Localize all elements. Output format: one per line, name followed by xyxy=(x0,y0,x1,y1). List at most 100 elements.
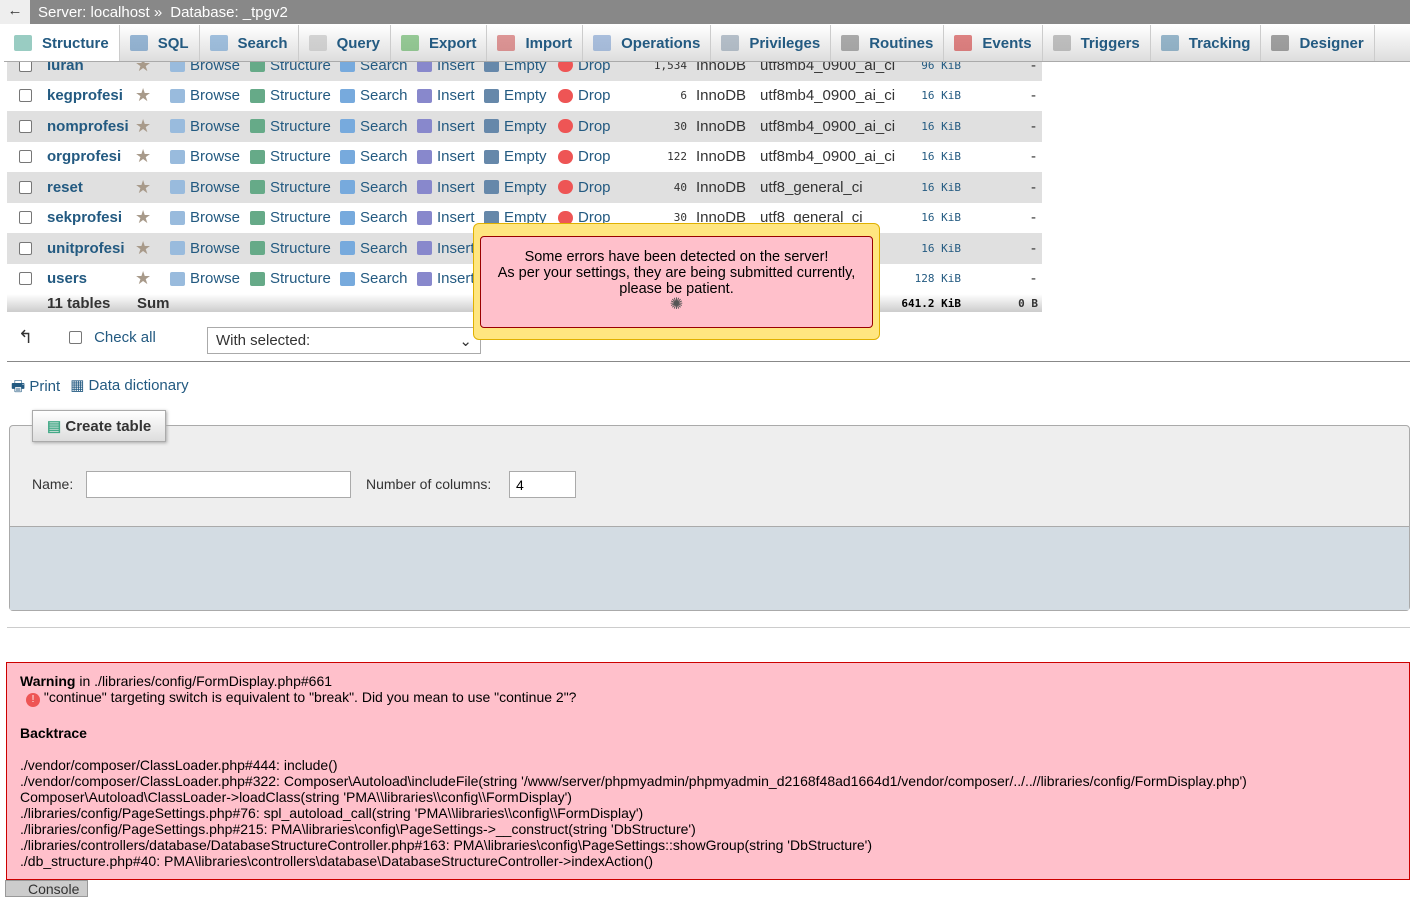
browse-action[interactable]: Browse xyxy=(170,87,240,104)
tab-tracking[interactable]: Tracking xyxy=(1151,25,1262,61)
favorite-star-icon[interactable]: ★ xyxy=(135,116,151,137)
row-checkbox[interactable] xyxy=(19,180,32,194)
with-selected-select[interactable]: With selected: ⌄ xyxy=(207,327,481,354)
favorite-star-icon[interactable]: ★ xyxy=(135,146,151,167)
check-all-label[interactable]: Check all xyxy=(94,329,156,346)
structure-action[interactable]: Structure xyxy=(250,209,331,226)
table-name-link[interactable]: users xyxy=(47,270,87,287)
favorite-star-icon[interactable]: ★ xyxy=(135,268,151,289)
empty-action[interactable]: Empty xyxy=(484,87,547,104)
structure-action[interactable]: Structure xyxy=(250,87,331,104)
insert-action[interactable]: Insert xyxy=(417,118,475,135)
table-name-link[interactable]: reset xyxy=(47,179,83,196)
favorite-star-icon[interactable]: ★ xyxy=(135,207,151,228)
row-checkbox[interactable] xyxy=(19,241,32,255)
drop-label: Drop xyxy=(578,117,611,135)
empty-action[interactable]: Empty xyxy=(484,148,547,165)
browse-icon xyxy=(170,88,185,103)
search-action[interactable]: Search xyxy=(340,179,408,196)
tab-privileges[interactable]: Privileges xyxy=(711,25,832,61)
data-dictionary-link[interactable]: ▦ Data dictionary xyxy=(70,376,188,401)
empty-action[interactable]: Empty xyxy=(484,118,547,135)
structure-action[interactable]: Structure xyxy=(250,148,331,165)
search-action[interactable]: Search xyxy=(340,240,408,257)
structure-action[interactable]: Structure xyxy=(250,270,331,287)
table-name-link[interactable]: orgprofesi xyxy=(47,148,121,165)
drop-action[interactable]: Drop xyxy=(558,148,611,165)
drop-action[interactable]: Drop xyxy=(558,118,611,135)
row-checkbox[interactable] xyxy=(19,150,32,164)
tab-triggers[interactable]: Triggers xyxy=(1043,25,1151,61)
browse-action[interactable]: Browse xyxy=(170,148,240,165)
php-warning-box: Warning in ./libraries/config/FormDispla… xyxy=(6,662,1410,880)
tab-import[interactable]: Import xyxy=(487,25,584,61)
search-action[interactable]: Search xyxy=(340,87,408,104)
browse-action[interactable]: Browse xyxy=(170,209,240,226)
tab-structure-icon xyxy=(14,35,32,51)
drop-action[interactable]: Drop xyxy=(558,179,611,196)
create-table-footer xyxy=(10,526,1409,610)
num-columns-input[interactable] xyxy=(509,471,576,498)
drop-label: Drop xyxy=(578,178,611,196)
overhead: - xyxy=(1031,270,1036,288)
tab-structure[interactable]: Structure xyxy=(4,25,120,61)
tab-routines[interactable]: Routines xyxy=(831,25,945,61)
insert-action[interactable]: Insert xyxy=(417,179,475,196)
tab-label: Operations xyxy=(621,34,701,52)
table-name-link[interactable]: unitprofesi xyxy=(47,240,125,257)
print-link[interactable]: 🖶 Print xyxy=(11,376,60,401)
row-checkbox[interactable] xyxy=(19,211,32,225)
tab-sql-icon xyxy=(129,35,148,51)
drop-icon xyxy=(558,149,573,164)
structure-action[interactable]: Structure xyxy=(250,179,331,196)
tab-search[interactable]: Search xyxy=(200,25,299,61)
table-name-link[interactable]: sekprofesi xyxy=(47,209,122,226)
back-arrow-icon[interactable]: ← xyxy=(0,0,30,24)
browse-action[interactable]: Browse xyxy=(170,240,240,257)
tab-operations[interactable]: Operations xyxy=(583,25,712,61)
tab-events-icon xyxy=(954,35,973,51)
structure-action[interactable]: Structure xyxy=(250,118,331,135)
search-icon xyxy=(340,119,355,134)
empty-action[interactable]: Empty xyxy=(484,179,547,196)
tab-export[interactable]: Export xyxy=(391,25,488,61)
tab-designer[interactable]: Designer xyxy=(1261,25,1375,61)
search-action[interactable]: Search xyxy=(340,270,408,287)
row-checkbox[interactable] xyxy=(19,89,32,103)
console-toggle[interactable]: Console xyxy=(5,880,88,897)
row-checkbox[interactable] xyxy=(19,272,32,286)
row-checkbox[interactable] xyxy=(19,119,32,133)
structure-action[interactable]: Structure xyxy=(250,240,331,257)
browse-action[interactable]: Browse xyxy=(170,270,240,287)
insert-action[interactable]: Insert xyxy=(417,87,475,104)
insert-action[interactable]: Insert xyxy=(417,209,475,226)
browse-action[interactable]: Browse xyxy=(170,118,240,135)
favorite-star-icon[interactable]: ★ xyxy=(135,238,151,259)
drop-action[interactable]: Drop xyxy=(558,87,611,104)
table-row: nomprofesi ★ Browse Structure Search Insert E… xyxy=(7,111,1042,142)
tab-events[interactable]: Events xyxy=(944,25,1043,61)
tab-sql[interactable]: SQL xyxy=(120,25,200,61)
row-count: 40 xyxy=(673,180,687,194)
insert-action[interactable]: Insert xyxy=(417,148,475,165)
tab-query[interactable]: Query xyxy=(299,25,391,61)
browse-action[interactable]: Browse xyxy=(170,179,240,196)
breadcrumb-database[interactable]: Database: _tpgv2 xyxy=(170,4,288,21)
insert-action[interactable]: Insert xyxy=(417,270,475,287)
structure-icon xyxy=(250,210,265,225)
favorite-star-icon[interactable]: ★ xyxy=(135,177,151,198)
check-all-checkbox[interactable] xyxy=(69,331,83,344)
favorite-star-icon[interactable]: ★ xyxy=(135,85,151,106)
search-action[interactable]: Search xyxy=(340,148,408,165)
row-count: 6 xyxy=(680,89,687,103)
search-action[interactable]: Search xyxy=(340,118,408,135)
table-name-input[interactable] xyxy=(86,471,351,498)
search-action[interactable]: Search xyxy=(340,209,408,226)
search-icon xyxy=(340,271,355,286)
browse-icon xyxy=(170,180,185,195)
table-name-link[interactable]: kegprofesi xyxy=(47,87,123,104)
empty-icon xyxy=(484,119,499,134)
breadcrumb-server[interactable]: Server: localhost » xyxy=(38,4,162,21)
table-name-link[interactable]: nomprofesi xyxy=(47,118,129,135)
insert-action[interactable]: Insert xyxy=(417,240,475,257)
